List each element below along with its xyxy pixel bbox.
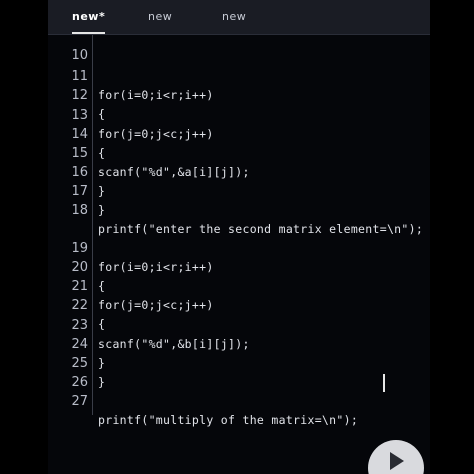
line-number: 27: [71, 394, 88, 409]
tab-new-2[interactable]: new: [148, 10, 172, 30]
code-line: 24 }: [48, 318, 430, 370]
right-border: [430, 0, 474, 474]
code-line: 15 scanf("%d",&a[i][j]);: [48, 127, 430, 179]
left-border: [0, 0, 48, 474]
line-code[interactable]: printf("multiply of the matrix=\n");: [98, 411, 358, 429]
code-line: 11 for(i=0;i<r;i++): [48, 50, 430, 102]
code-line: 26: [48, 356, 430, 390]
code-line: 23 scanf("%d",&b[i][j]);: [48, 299, 430, 351]
code-line: 12 {: [48, 69, 430, 121]
code-line: 16 }: [48, 146, 430, 198]
text-cursor: [383, 374, 385, 392]
code-editor[interactable]: 10 11 for(i=0;i<r;i++) 12 { 13 for(j=0;j…: [48, 35, 430, 474]
code-line: 27 printf("multiply of the matrix=\n");: [48, 375, 430, 427]
code-line: 20 {: [48, 241, 430, 293]
code-line: 18 printf("enter the second matrix eleme…: [48, 184, 430, 236]
line-number: 18: [71, 203, 88, 218]
line-code[interactable]: }: [98, 201, 105, 219]
tab-new-3[interactable]: new: [222, 10, 246, 30]
code-line: 10: [48, 29, 430, 63]
code-line: 13 for(j=0;j<c;j++): [48, 89, 430, 141]
code-editor-screen: new* new new 10 11 for(i=0;i<r;i++) 12 {…: [0, 0, 474, 474]
code-line: 22 {: [48, 279, 430, 331]
code-line: 17 }: [48, 165, 430, 217]
code-line: 14 {: [48, 108, 430, 160]
code-line: 21 for(j=0;j<c;j++): [48, 260, 430, 312]
code-line: 25 }: [48, 337, 430, 389]
play-icon: [390, 452, 404, 470]
code-line: 19 for(i=0;i<r;i++): [48, 222, 430, 274]
